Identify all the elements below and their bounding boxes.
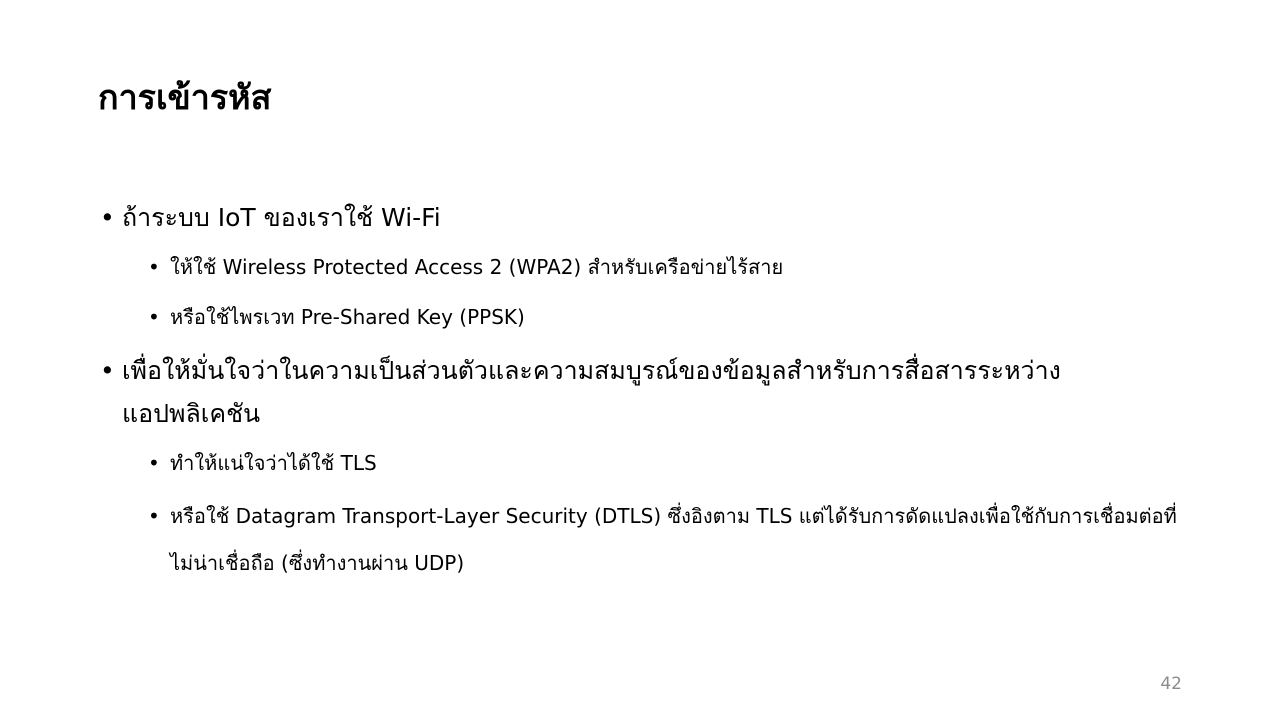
slide-title: การเข้ารหัส — [98, 78, 272, 118]
sub-bullet-text: หรือใช้ Datagram Transport-Layer Securit… — [170, 504, 1177, 575]
bullet-item-wifi: • ถ้าระบบ IoT ของเราใช้ Wi-Fi — [100, 196, 1180, 239]
page-number: 42 — [1160, 674, 1182, 694]
sub-bullet-text: หรือใช้ไพรเวท Pre-Shared Key (PPSK) — [170, 305, 525, 329]
sub-bullet-text: ให้ใช้ Wireless Protected Access 2 (WPA2… — [170, 255, 784, 279]
bullet-icon: • — [148, 305, 160, 329]
sub-bullet-text: ทำให้แน่ใจว่าได้ใช้ TLS — [170, 451, 377, 475]
bullet-icon: • — [148, 504, 160, 528]
bullet-item-privacy: • เพื่อให้มั่นใจว่าในความเป็นส่วนตัวและค… — [100, 349, 1180, 435]
sub-bullet-item-tls: • ทำให้แน่ใจว่าได้ใช้ TLS — [148, 443, 1180, 483]
bullet-icon: • — [100, 356, 115, 385]
sub-bullet-item-ppsk: • หรือใช้ไพรเวท Pre-Shared Key (PPSK) — [148, 297, 1180, 337]
sub-bullet-item-wpa2: • ให้ใช้ Wireless Protected Access 2 (WP… — [148, 247, 1180, 287]
bullet-icon: • — [148, 451, 160, 475]
bullet-text: ถ้าระบบ IoT ของเราใช้ Wi-Fi — [122, 203, 441, 232]
bullet-text: เพื่อให้มั่นใจว่าในความเป็นส่วนตัวและควา… — [122, 356, 1061, 428]
bullet-icon: • — [148, 255, 160, 279]
sub-bullet-item-dtls: • หรือใช้ Datagram Transport-Layer Secur… — [148, 493, 1180, 587]
bullet-list: • ถ้าระบบ IoT ของเราใช้ Wi-Fi • ให้ใช้ W… — [100, 196, 1180, 597]
bullet-icon: • — [100, 203, 115, 232]
slide: การเข้ารหัส • ถ้าระบบ IoT ของเราใช้ Wi-F… — [0, 0, 1280, 720]
